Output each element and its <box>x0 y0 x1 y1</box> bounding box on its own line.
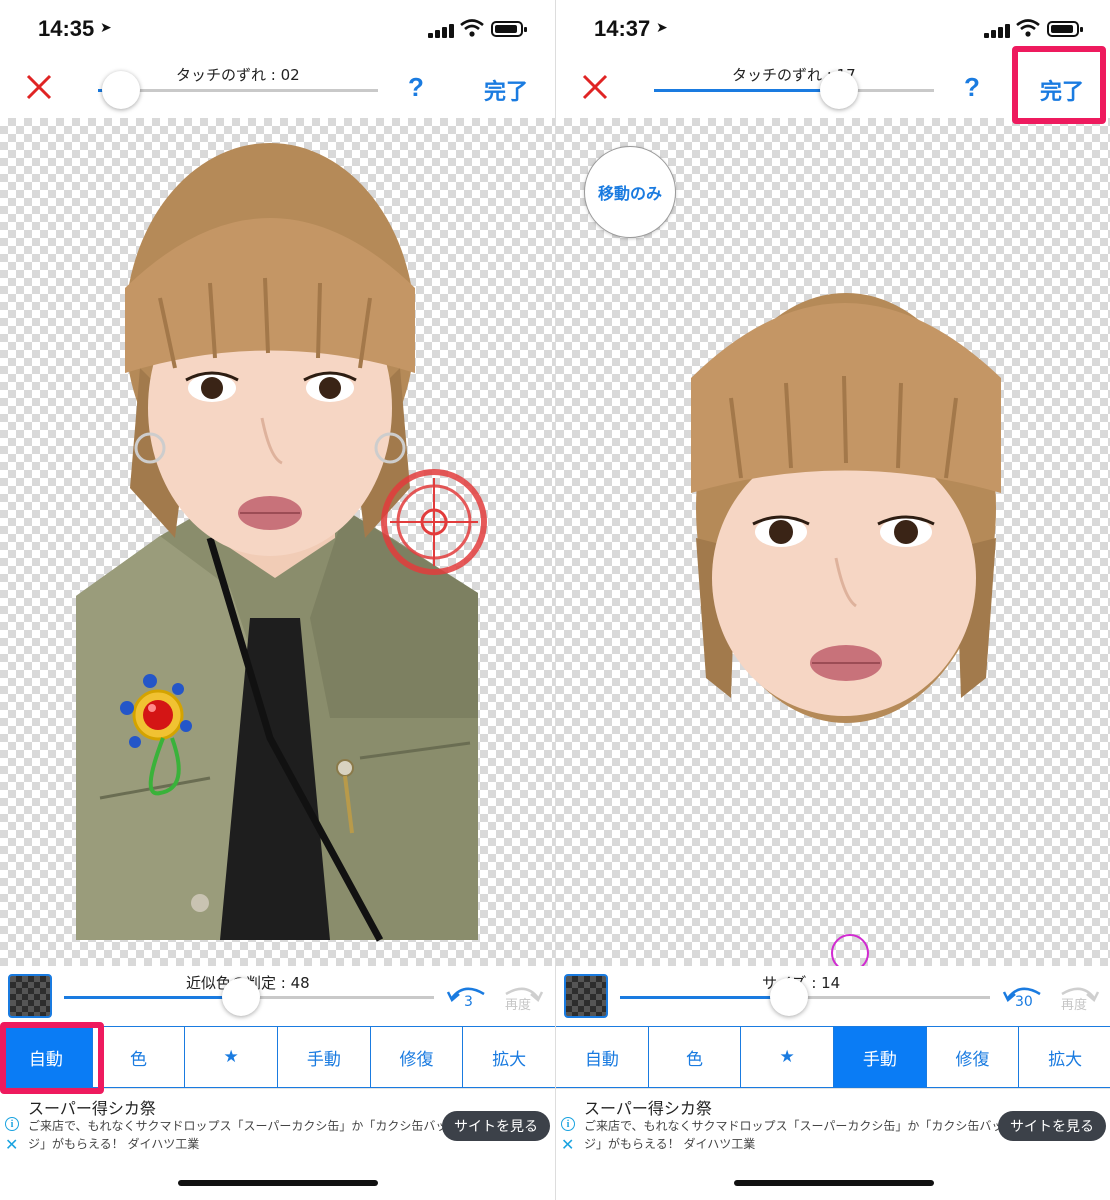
similar-color-knob[interactable] <box>222 978 260 1016</box>
close-icon[interactable] <box>24 72 54 102</box>
ad-site-button[interactable]: サイトを見る <box>998 1111 1106 1141</box>
ad-banner[interactable]: i ✕ スーパー得シカ祭 ご来店で、もれなくサクマドロップス「スーパーカクシ缶」… <box>556 1088 1110 1154</box>
tab-color[interactable]: 色 <box>648 1027 742 1087</box>
touch-offset-fill <box>654 89 838 92</box>
home-indicator[interactable] <box>734 1180 934 1186</box>
preview-thumbnail[interactable] <box>564 974 608 1018</box>
editing-canvas[interactable]: 移動のみ <box>556 118 1110 966</box>
tab-star[interactable]: ★ <box>741 1027 835 1087</box>
tab-repair[interactable]: 修復 <box>926 1027 1020 1087</box>
ad-site-button[interactable]: サイトを見る <box>442 1111 550 1141</box>
help-button[interactable]: ? <box>408 72 424 103</box>
signal-icon <box>428 22 454 38</box>
preview-thumbnail[interactable] <box>8 974 52 1018</box>
brush-size-knob[interactable] <box>770 978 808 1016</box>
ad-close-icon[interactable]: ✕ <box>5 1135 18 1154</box>
bottom-controls: 近似色の判定 : 48 3 再度 <box>0 966 555 1026</box>
similar-color-fill <box>64 996 242 999</box>
tab-zoom[interactable]: 拡大 <box>463 1027 555 1087</box>
ad-close-icon[interactable]: ✕ <box>561 1135 574 1154</box>
close-icon[interactable] <box>580 72 610 102</box>
right-screen: 14:37 ➤ タッチのずれ : 17 ? 完了 移動のみ: 14 30 再度… <box>555 0 1110 1200</box>
redo-label: 再度 <box>1061 998 1088 1013</box>
status-time: 14:35 <box>38 16 95 41</box>
mode-tabs: 自動 色 ★ 手動 修復 拡大 <box>556 1026 1110 1088</box>
left-screen: 14:35 ➤ タッチのずれ : 02 ? 完了: 48 3 再度 自動 色 … <box>0 0 555 1200</box>
move-only-button[interactable]: 移動のみ <box>584 146 676 238</box>
tab-zoom[interactable]: 拡大 <box>1019 1027 1110 1087</box>
undo-count: 30 <box>1015 994 1033 1010</box>
comparison-screenshot: 14:35 ➤ タッチのずれ : 02 ? 完了: 48 3 再度 自動 色 … <box>0 0 1110 1200</box>
redo-label: 再度 <box>505 998 532 1013</box>
highlight-done-button <box>1012 46 1106 124</box>
battery-icon <box>1047 21 1083 37</box>
tab-auto[interactable]: 自動 <box>556 1027 649 1087</box>
location-arrow-icon: ➤ <box>656 20 668 36</box>
bottom-controls: サイズ : 14 30 再度 <box>556 966 1110 1026</box>
done-button[interactable]: 完了 <box>484 74 528 106</box>
touch-offset-label: タッチのずれ : 02 <box>176 66 300 84</box>
tab-manual[interactable]: 手動 <box>834 1027 927 1087</box>
touch-offset-track[interactable] <box>98 89 378 92</box>
face-cutout <box>691 293 1001 966</box>
top-toolbar: タッチのずれ : 02 ? 完了 <box>0 62 555 118</box>
info-icon[interactable]: i <box>5 1117 19 1131</box>
ad-body: ご来店で、もれなくサクマドロップス「スーパーカクシ缶」か「カクシ缶バッジ」がもら… <box>584 1119 1004 1151</box>
tab-star[interactable]: ★ <box>185 1027 279 1087</box>
wifi-icon <box>460 19 484 37</box>
ad-title: スーパー得シカ祭 <box>28 1099 156 1118</box>
wifi-icon <box>1016 19 1040 37</box>
target-crosshair-icon[interactable] <box>378 466 490 578</box>
brush-size-fill <box>620 996 790 999</box>
undo-count: 3 <box>464 994 473 1010</box>
status-bar: 14:35 ➤ <box>0 0 555 62</box>
info-icon[interactable]: i <box>561 1117 575 1131</box>
battery-icon <box>491 21 527 37</box>
signal-icon <box>984 22 1010 38</box>
editing-canvas[interactable] <box>0 118 555 966</box>
tab-repair[interactable]: 修復 <box>370 1027 464 1087</box>
status-time: 14:37 <box>594 16 651 41</box>
location-arrow-icon: ➤ <box>100 20 112 36</box>
tab-color[interactable]: 色 <box>92 1027 186 1087</box>
help-button[interactable]: ? <box>964 72 980 103</box>
ad-title: スーパー得シカ祭 <box>584 1099 712 1118</box>
tab-manual[interactable]: 手動 <box>278 1027 371 1087</box>
home-indicator[interactable] <box>178 1180 378 1186</box>
ad-body: ご来店で、もれなくサクマドロップス「スーパーカクシ缶」か「カクシ缶バッジ」がもら… <box>28 1119 448 1151</box>
touch-offset-knob[interactable] <box>102 71 140 109</box>
ad-banner[interactable]: i ✕ スーパー得シカ祭 ご来店で、もれなくサクマドロップス「スーパーカクシ缶」… <box>0 1088 555 1154</box>
highlight-auto-tab <box>0 1022 104 1094</box>
touch-offset-knob[interactable] <box>820 71 858 109</box>
